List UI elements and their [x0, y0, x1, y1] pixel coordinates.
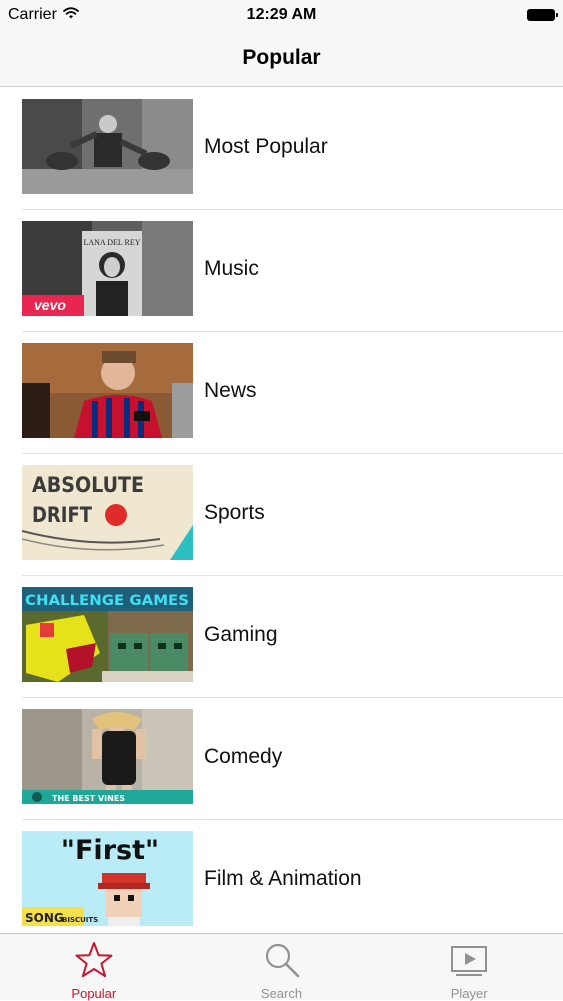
tab-search[interactable]: Search: [188, 934, 376, 1001]
star-icon: [75, 941, 113, 984]
thumbnail-music-caption: LANA DEL REY: [83, 238, 140, 247]
tab-label-search: Search: [260, 986, 303, 1001]
list-item-music[interactable]: LANA DEL REY vevo Music: [0, 210, 563, 332]
thumbnail-gaming-caption: CHALLENGE GAMES: [25, 593, 189, 609]
tab-popular[interactable]: Popular: [0, 934, 188, 1001]
category-list[interactable]: Most Popular LANA DEL REY vevo Music New…: [0, 88, 563, 934]
navigation-bar: Popular: [0, 30, 563, 87]
category-label: Comedy: [204, 745, 283, 768]
status-time: 12:29 AM: [246, 6, 317, 23]
thumbnail-sports-caption-2: DRIFT: [32, 503, 93, 527]
category-label: Film & Animation: [204, 867, 362, 890]
status-bar: Carrier 12:29 AM: [0, 0, 563, 30]
status-right: [527, 9, 558, 21]
category-label: Most Popular: [204, 135, 328, 158]
list-item-comedy[interactable]: THE BEST VINES Comedy: [0, 698, 563, 820]
thumbnail-sports: ABSOLUTE DRIFT: [22, 465, 193, 560]
list-item-film-animation[interactable]: "First" SONG BISCUITS Film & Animation: [0, 820, 563, 934]
list-item-gaming[interactable]: CHALLENGE GAMES Gaming: [0, 576, 563, 698]
tab-player[interactable]: Player: [375, 934, 563, 1001]
category-label: Sports: [204, 501, 265, 524]
thumbnail-film-caption: "First": [61, 835, 159, 866]
list-item-most-popular[interactable]: Most Popular: [0, 88, 563, 210]
thumbnail-most-popular: [22, 99, 193, 194]
list-item-news[interactable]: News: [0, 332, 563, 454]
thumbnail-film-badge: SONG: [25, 911, 64, 925]
thumbnail-gaming: CHALLENGE GAMES: [22, 587, 193, 682]
category-label: News: [204, 379, 257, 402]
search-icon: [263, 941, 301, 984]
thumbnail-sports-caption: ABSOLUTE: [32, 473, 144, 497]
thumbnail-film-badge-2: BISCUITS: [62, 916, 98, 924]
tab-label-player: Player: [450, 986, 488, 1001]
thumbnail-music: LANA DEL REY vevo: [22, 221, 193, 316]
vevo-logo: vevo: [34, 297, 66, 313]
category-label: Music: [204, 257, 259, 280]
thumbnail-film-animation: "First" SONG BISCUITS: [22, 831, 193, 926]
tab-bar: Popular Search Player: [0, 933, 563, 1001]
list-item-sports[interactable]: ABSOLUTE DRIFT Sports: [0, 454, 563, 576]
page-title: Popular: [242, 46, 321, 69]
battery-icon: [527, 9, 558, 21]
category-label: Gaming: [204, 623, 278, 646]
tab-label-popular: Popular: [71, 986, 117, 1001]
thumbnail-news: [22, 343, 193, 438]
play-icon: [450, 941, 488, 984]
thumbnail-comedy-caption: THE BEST VINES: [52, 794, 125, 803]
thumbnail-comedy: THE BEST VINES: [22, 709, 193, 804]
